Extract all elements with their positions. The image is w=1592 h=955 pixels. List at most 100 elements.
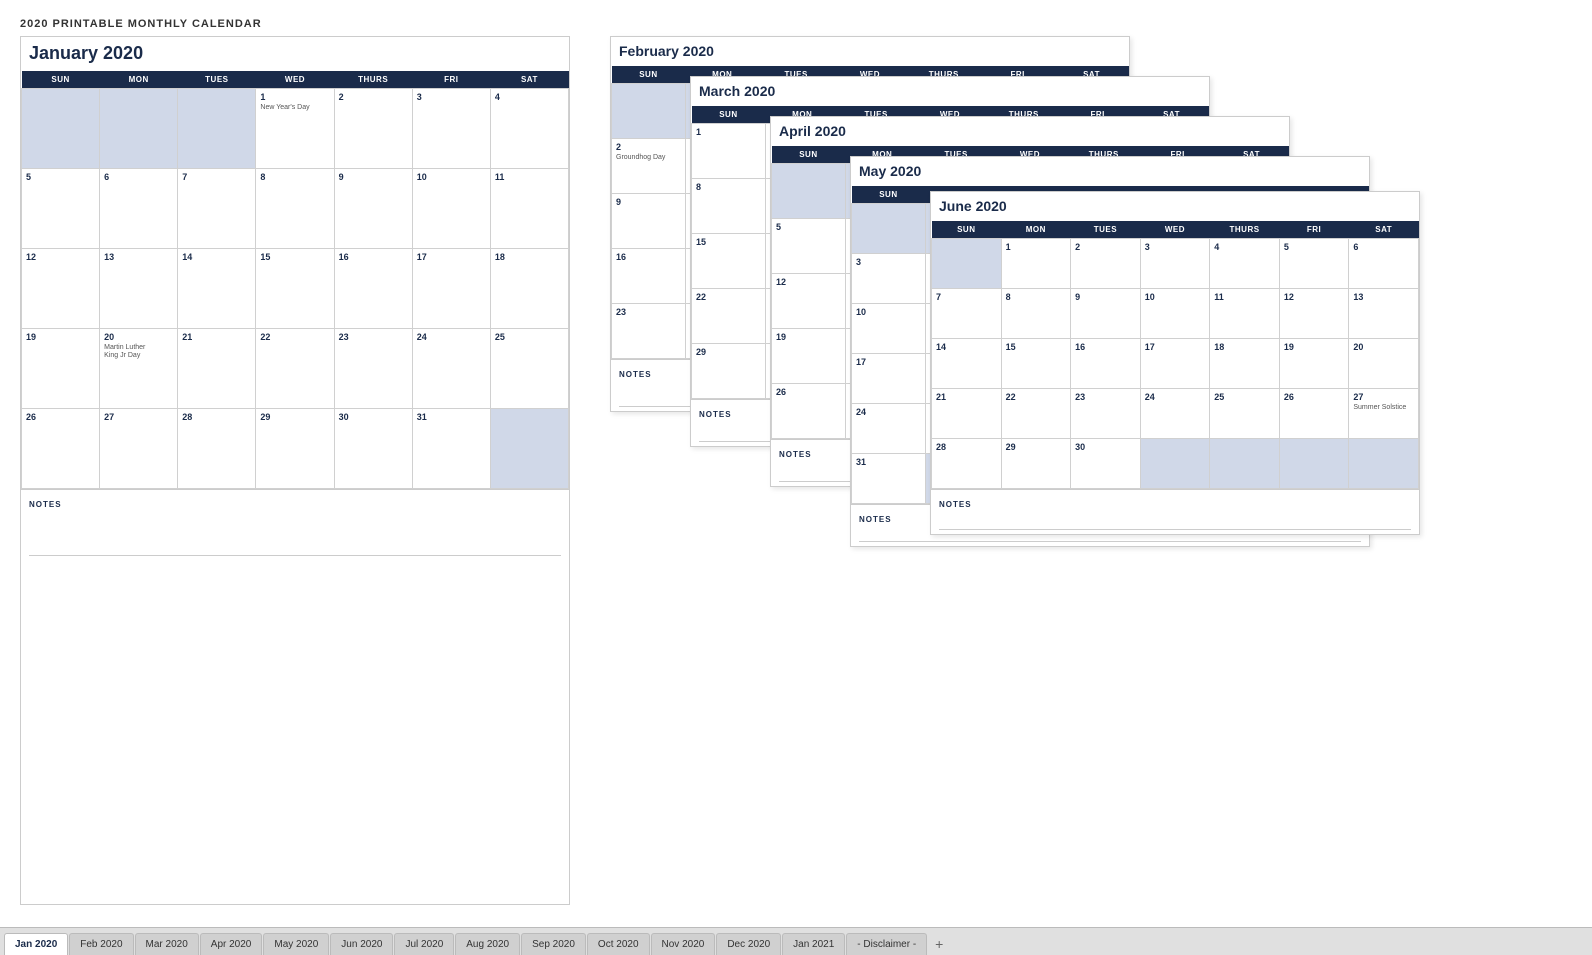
- tab-apr-2020[interactable]: Apr 2020: [200, 933, 263, 955]
- table-row: [1140, 439, 1210, 489]
- table-row: [612, 84, 686, 139]
- table-row: 26: [1279, 389, 1349, 439]
- tab-jun-2020[interactable]: Jun 2020: [330, 933, 393, 955]
- table-row: 11: [490, 169, 568, 249]
- table-row: 2Groundhog Day: [612, 139, 686, 194]
- table-row: 30: [1071, 439, 1141, 489]
- table-row: [1279, 439, 1349, 489]
- app-container: 2020 PRINTABLE MONTHLY CALENDAR January …: [0, 0, 1592, 955]
- march-header: March 2020: [691, 77, 1209, 106]
- notes-label: NOTES: [939, 500, 972, 509]
- col-fri: FRI: [1279, 221, 1349, 239]
- notes-label: NOTES: [619, 370, 652, 379]
- col-sun: SUN: [692, 106, 766, 124]
- january-header: January 2020: [21, 37, 569, 71]
- april-title: April 2020: [779, 123, 1281, 139]
- table-row: 15: [692, 234, 766, 289]
- tab-add-button[interactable]: +: [928, 933, 950, 955]
- table-row: 8: [1001, 289, 1071, 339]
- table-row: [22, 89, 100, 169]
- table-row: [772, 164, 846, 219]
- notes-label: NOTES: [29, 500, 62, 509]
- table-row: 16: [612, 249, 686, 304]
- may-header: May 2020: [851, 157, 1369, 186]
- table-row: 14: [932, 339, 1002, 389]
- table-row: 1: [692, 124, 766, 179]
- february-title: February 2020: [619, 43, 1121, 59]
- table-row: 16: [334, 249, 412, 329]
- table-row: 14: [178, 249, 256, 329]
- june-header: June 2020: [931, 192, 1419, 221]
- tab-nov-2020[interactable]: Nov 2020: [651, 933, 716, 955]
- col-tues: TUES: [178, 71, 256, 89]
- calendar-january: January 2020 SUN MON TUES WED THURS FRI …: [20, 36, 570, 905]
- table-row: 29: [692, 344, 766, 399]
- table-row: 28: [178, 409, 256, 489]
- table-row: 21: [932, 389, 1002, 439]
- table-row: 25: [1210, 389, 1280, 439]
- table-row: 2: [1071, 239, 1141, 289]
- tab-mar-2020[interactable]: Mar 2020: [135, 933, 199, 955]
- tab-disclaimer[interactable]: - Disclaimer -: [846, 933, 927, 955]
- table-row: 6: [1349, 239, 1419, 289]
- table-row: [100, 89, 178, 169]
- table-row: 4: [490, 89, 568, 169]
- table-row: 24: [852, 404, 926, 454]
- table-row: 19: [22, 329, 100, 409]
- table-row: [1349, 439, 1419, 489]
- tab-jan-2021[interactable]: Jan 2021: [782, 933, 845, 955]
- notes-label: NOTES: [779, 450, 812, 459]
- notes-label: NOTES: [859, 515, 892, 524]
- tab-jul-2020[interactable]: Jul 2020: [394, 933, 454, 955]
- june-grid: SUN MON TUES WED THURS FRI SAT: [931, 221, 1419, 489]
- table-row: 11: [1210, 289, 1280, 339]
- table-row: 27Summer Solstice: [1349, 389, 1419, 439]
- notes-lines: [939, 512, 1411, 530]
- table-row: [932, 239, 1002, 289]
- tab-jan-2020[interactable]: Jan 2020: [4, 933, 68, 955]
- january-notes: NOTES: [21, 489, 569, 560]
- table-row: 9: [612, 194, 686, 249]
- table-row: 21: [178, 329, 256, 409]
- table-row: 3: [1140, 239, 1210, 289]
- table-row: 7: [932, 289, 1002, 339]
- tab-may-2020[interactable]: May 2020: [263, 933, 329, 955]
- tab-bar: Jan 2020 Feb 2020 Mar 2020 Apr 2020 May …: [0, 927, 1592, 955]
- table-row: 10: [852, 304, 926, 354]
- table-row: 31: [412, 409, 490, 489]
- may-title: May 2020: [859, 163, 1361, 179]
- table-row: 4: [1210, 239, 1280, 289]
- tab-oct-2020[interactable]: Oct 2020: [587, 933, 650, 955]
- january-title: January 2020: [29, 43, 561, 64]
- col-sun: SUN: [932, 221, 1002, 239]
- table-row: [1210, 439, 1280, 489]
- table-row: 31: [852, 454, 926, 504]
- table-row: 28: [932, 439, 1002, 489]
- table-row: 22: [692, 289, 766, 344]
- table-row: 13: [1349, 289, 1419, 339]
- calendars-area: January 2020 SUN MON TUES WED THURS FRI …: [20, 36, 1572, 905]
- table-row: 19: [772, 329, 846, 384]
- table-row: 17: [1140, 339, 1210, 389]
- col-wed: WED: [1140, 221, 1210, 239]
- event-label: Summer Solstice: [1353, 404, 1414, 412]
- table-row: 5: [772, 219, 846, 274]
- table-row: 6: [100, 169, 178, 249]
- table-row: 18: [1210, 339, 1280, 389]
- table-row: 13: [100, 249, 178, 329]
- tab-feb-2020[interactable]: Feb 2020: [69, 933, 133, 955]
- tab-dec-2020[interactable]: Dec 2020: [716, 933, 781, 955]
- tab-aug-2020[interactable]: Aug 2020: [455, 933, 520, 955]
- main-content: 2020 PRINTABLE MONTHLY CALENDAR January …: [0, 0, 1592, 927]
- table-row: 17: [852, 354, 926, 404]
- table-row: 29: [1001, 439, 1071, 489]
- tab-sep-2020[interactable]: Sep 2020: [521, 933, 586, 955]
- table-row: 3: [412, 89, 490, 169]
- table-row: 20: [1349, 339, 1419, 389]
- table-row: 18: [490, 249, 568, 329]
- april-header: April 2020: [771, 117, 1289, 146]
- notes-label: NOTES: [699, 410, 732, 419]
- table-row: 9: [334, 169, 412, 249]
- march-title: March 2020: [699, 83, 1201, 99]
- event-label: New Year's Day: [260, 104, 329, 112]
